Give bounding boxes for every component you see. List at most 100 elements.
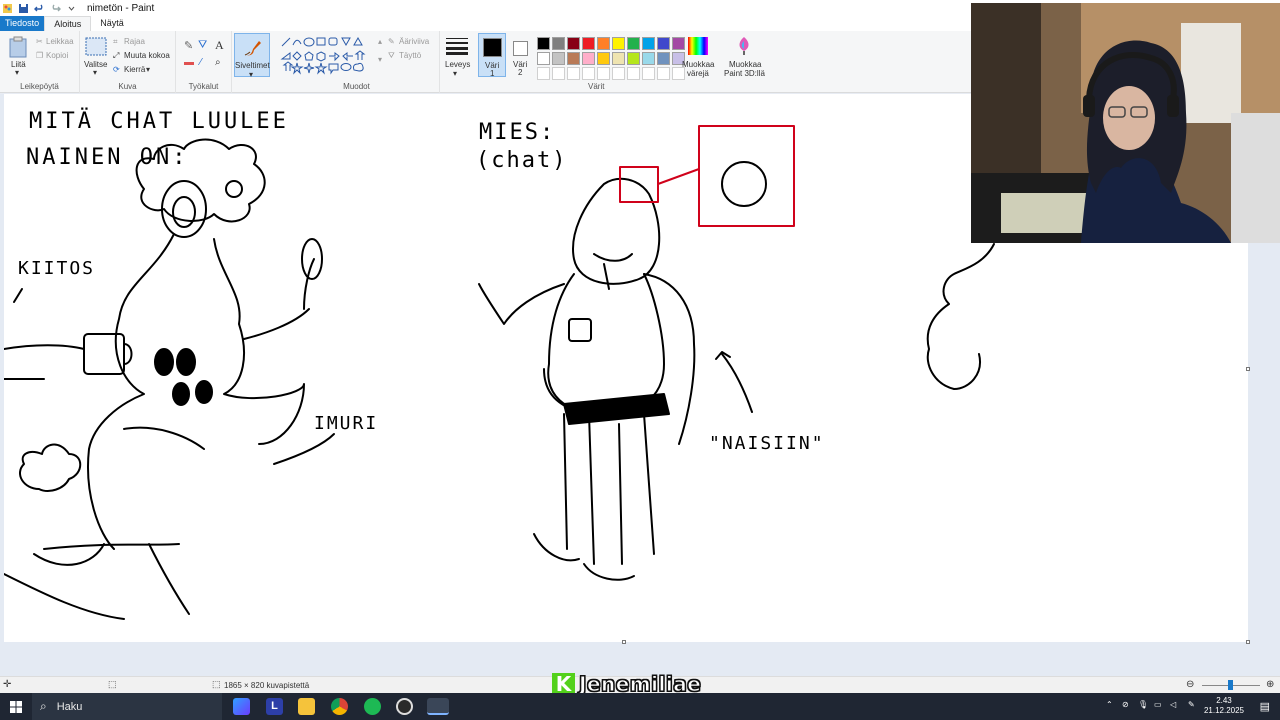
shapes-group-label: Muodot (343, 82, 370, 91)
drawing-text-left-title-2: NAINEN ON: (26, 145, 188, 170)
palette-custom-slot[interactable] (612, 67, 625, 80)
palette-swatch[interactable] (642, 37, 655, 50)
crop-label[interactable]: Rajaa (124, 37, 145, 46)
canvas-resize-handle-bottom[interactable] (622, 640, 626, 644)
palette-custom-slot[interactable] (597, 67, 610, 80)
taskbar-app-l-icon[interactable]: L (266, 698, 283, 715)
colors-group-label: Värit (588, 82, 605, 91)
palette-swatch[interactable] (657, 52, 670, 65)
palette-swatch[interactable] (582, 37, 595, 50)
paste-icon[interactable] (8, 36, 28, 58)
palette-swatch[interactable] (582, 52, 595, 65)
paint3d-button[interactable]: Muokkaa Paint 3D:llä (722, 33, 768, 79)
color2-button[interactable]: Väri 2 (508, 33, 534, 77)
redo-icon[interactable] (50, 3, 61, 14)
taskbar-file-explorer-icon[interactable] (298, 698, 315, 715)
shapes-gallery[interactable] (280, 36, 378, 76)
canvas-resize-handle-right[interactable] (1246, 367, 1250, 371)
tray-pen-icon[interactable]: ✎ (1188, 700, 1195, 709)
palette-swatch[interactable] (537, 37, 550, 50)
tab-file[interactable]: Tiedosto (0, 16, 45, 31)
clipboard-group: Liitä ▾ ✂ Leikkaa ❐ Kopioi Leikepöytä (0, 31, 80, 93)
eraser-icon[interactable]: ▬ (184, 57, 194, 68)
palette-custom-slot[interactable] (642, 67, 655, 80)
palette-swatch[interactable] (552, 52, 565, 65)
palette-swatch[interactable] (597, 37, 610, 50)
palette-swatch[interactable] (567, 52, 580, 65)
canvas-resize-handle-corner[interactable] (1246, 640, 1250, 644)
brushes-button[interactable]: Siveltimet ▾ (234, 33, 270, 79)
customize-dropdown-icon[interactable] (66, 3, 77, 14)
image-dimensions: 1865 × 820 kuvapistettä (224, 681, 310, 690)
palette-custom-slot[interactable] (567, 67, 580, 80)
palette-custom-slot[interactable] (552, 67, 565, 80)
shapes-scroll-up-icon[interactable]: ▴ (378, 37, 382, 46)
paste-dropdown-icon[interactable]: ▾ (15, 68, 19, 77)
tray-microphone-icon[interactable]: 🎙 (1138, 700, 1148, 709)
system-tray: ⌃ ⊘ 🎙 ▭ ◁ ✎ (1100, 693, 1280, 720)
fill-label[interactable]: Täyttö (399, 51, 421, 60)
cut-label[interactable]: Leikkaa (46, 37, 74, 46)
tools-group: ✎ ⛛ A ▬ ⁄ ⌕ Työkalut (176, 31, 232, 93)
palette-swatch[interactable] (657, 37, 670, 50)
palette-swatch[interactable] (567, 37, 580, 50)
taskbar-search[interactable]: ⌕ Haku (32, 693, 222, 720)
palette-swatch[interactable] (627, 37, 640, 50)
select-dropdown-icon[interactable]: ▾ (93, 68, 97, 77)
zoom-out-button[interactable]: ⊖ (1186, 679, 1194, 690)
zoom-slider-thumb[interactable] (1228, 680, 1233, 690)
resize-label[interactable]: Muuta kokoa (124, 51, 170, 60)
tray-volume-icon[interactable]: ◁ (1170, 700, 1176, 709)
palette-swatch[interactable] (612, 37, 625, 50)
shapes-scroll-down-icon[interactable]: ▾ (378, 55, 382, 64)
windows-start-icon[interactable] (10, 701, 22, 713)
palette-custom-slot[interactable] (537, 67, 550, 80)
palette-swatch[interactable] (642, 52, 655, 65)
palette-swatch[interactable] (612, 52, 625, 65)
tray-display-icon[interactable]: ▭ (1154, 700, 1162, 709)
taskbar-paint-icon[interactable] (427, 698, 449, 715)
text-tool-icon[interactable]: A (215, 38, 224, 53)
tab-view[interactable]: Näytä (91, 16, 133, 31)
brushes-label: Siveltimet (235, 61, 270, 70)
edit-colors-line1: Muokkaa (682, 60, 715, 69)
palette-swatch[interactable] (552, 37, 565, 50)
outline-icon: ✎ (388, 37, 395, 46)
copy-label[interactable]: Kopioi (46, 51, 68, 60)
tab-home[interactable]: Aloitus (44, 16, 92, 31)
palette-swatch[interactable] (597, 52, 610, 65)
tray-network-off-icon[interactable]: ⊘ (1122, 700, 1129, 709)
taskbar-obs-icon[interactable] (396, 698, 413, 715)
zoom-in-button[interactable]: ⊕ (1266, 679, 1274, 690)
magnifier-icon[interactable]: ⌕ (215, 57, 221, 68)
color2-number: 2 (518, 68, 523, 77)
save-icon[interactable] (18, 3, 29, 14)
outline-label[interactable]: Ääriviiva (399, 37, 429, 46)
rotate-label[interactable]: Kierrä (124, 65, 145, 74)
pencil-icon[interactable]: ✎ (184, 39, 193, 52)
image-group: Valitse ▾ ⌗ Rajaa ⤢ Muuta kokoa ⟳ Kierrä… (80, 31, 176, 93)
fill-icon[interactable]: ⛛ (198, 39, 207, 52)
taskbar-clock[interactable]: 2.43 21.12.2025 (1204, 696, 1244, 716)
color1-button[interactable]: Väri 1 (478, 33, 506, 78)
palette-swatch[interactable] (537, 52, 550, 65)
color-palette (536, 36, 686, 81)
color-picker-icon[interactable]: ⁄ (200, 57, 202, 68)
rotate-dropdown-icon[interactable]: ▾ (146, 65, 150, 74)
palette-custom-slot[interactable] (582, 67, 595, 80)
palette-swatch[interactable] (627, 52, 640, 65)
size-button[interactable]: Leveys ▾ (442, 33, 472, 78)
brushes-dropdown-icon: ▾ (249, 70, 254, 79)
palette-custom-slot[interactable] (657, 67, 670, 80)
undo-icon[interactable] (34, 3, 45, 14)
clock-time: 2.43 (1216, 696, 1232, 705)
taskbar-chrome-icon[interactable] (331, 698, 348, 715)
notifications-icon[interactable]: ▤ (1260, 700, 1270, 713)
taskbar-spotify-icon[interactable] (364, 698, 381, 715)
palette-custom-slot[interactable] (627, 67, 640, 80)
line-width-icon (446, 38, 468, 55)
taskbar-app-copilot-icon[interactable] (233, 698, 250, 715)
select-icon[interactable] (85, 37, 107, 57)
tray-chevron-icon[interactable]: ⌃ (1106, 700, 1113, 709)
edit-colors-button[interactable]: Muokkaa värejä (680, 33, 716, 79)
